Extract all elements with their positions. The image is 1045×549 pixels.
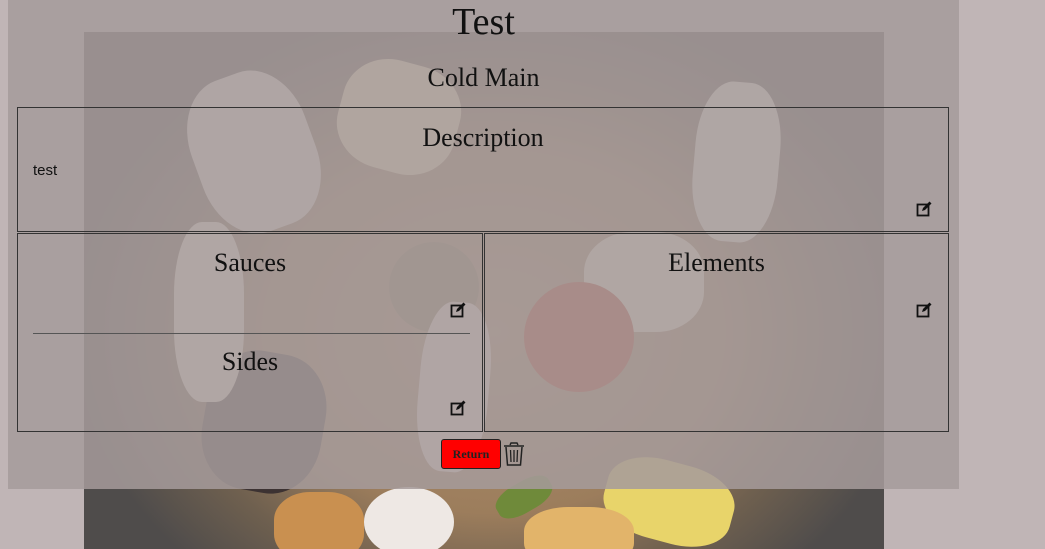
edit-icon[interactable]: [916, 302, 932, 318]
sides-heading: Sides: [221, 347, 279, 376]
sauces-sides-panel: Sauces Sides: [17, 233, 483, 432]
elements-heading: Elements: [668, 248, 765, 277]
edit-icon[interactable]: [450, 400, 466, 416]
elements-panel: Elements: [484, 233, 949, 432]
trash-icon[interactable]: [503, 442, 525, 466]
dish-category: Cold Main: [427, 63, 540, 92]
page-title: Test: [452, 1, 515, 43]
description-text: test: [33, 162, 58, 179]
edit-icon[interactable]: [916, 201, 932, 217]
description-panel: Description test: [17, 107, 949, 232]
description-heading: Description: [422, 123, 544, 152]
return-button[interactable]: Return: [441, 439, 501, 469]
sauces-heading: Sauces: [213, 248, 287, 277]
edit-icon[interactable]: [450, 302, 466, 318]
section-divider: [33, 333, 470, 334]
